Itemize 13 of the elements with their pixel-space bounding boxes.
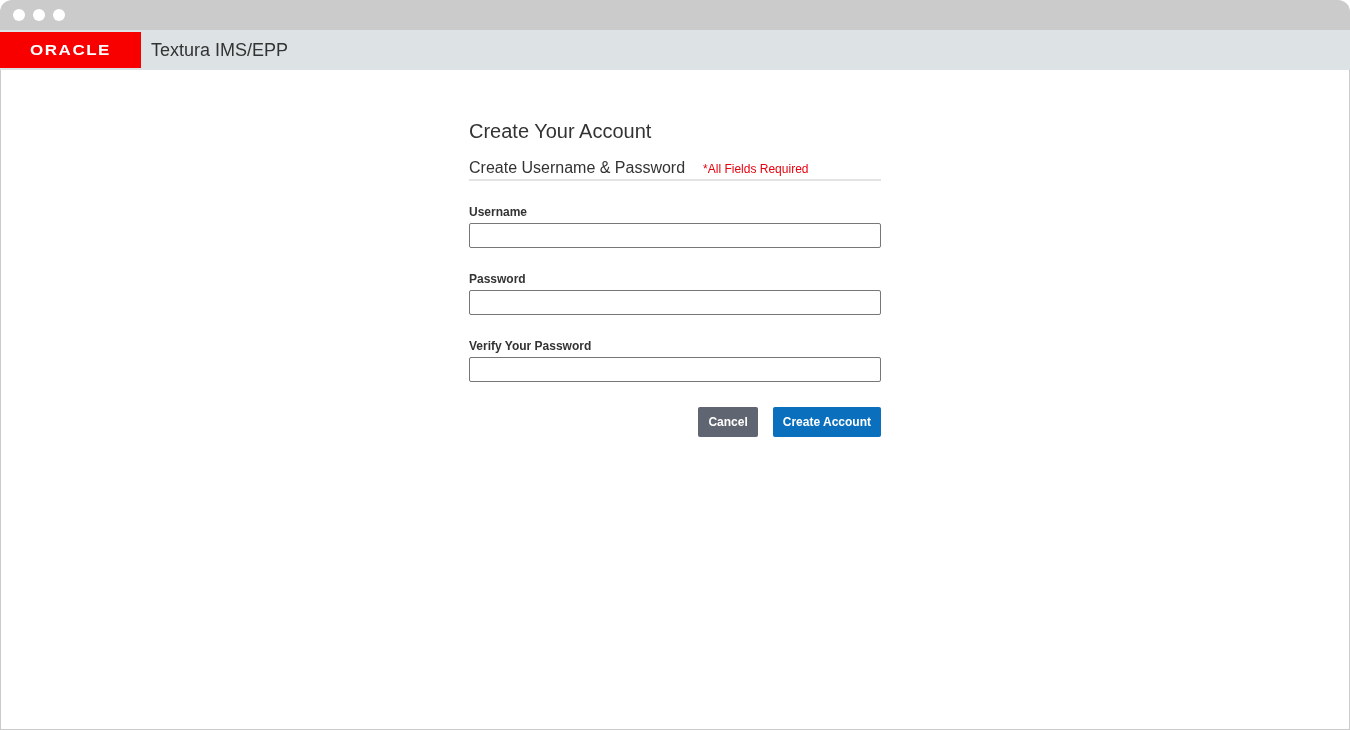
cancel-button[interactable]: Cancel: [698, 407, 758, 437]
input-field[interactable]: [469, 223, 881, 248]
field-label: Password: [469, 272, 527, 286]
field-label: Verify Your Password: [469, 339, 593, 353]
logo: ORACLE: [0, 32, 141, 68]
input-field[interactable]: [469, 290, 881, 315]
submit-button[interactable]: Create Account: [772, 407, 881, 437]
field-label: Username: [469, 205, 529, 219]
page-title: Create Your Account: [469, 120, 653, 143]
input-field[interactable]: [469, 357, 881, 382]
app-name: Textura IMS/EPP: [151, 39, 289, 61]
section-heading: Create Username & Password: [469, 159, 686, 177]
required-note: *All Fields Required: [703, 162, 809, 176]
